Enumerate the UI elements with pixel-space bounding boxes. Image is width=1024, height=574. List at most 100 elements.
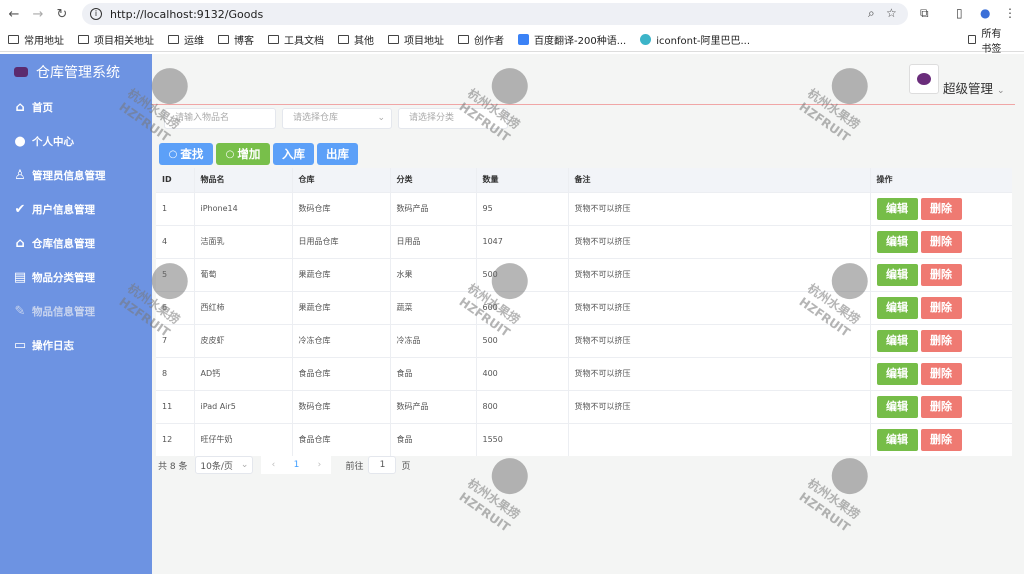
- cell-count: 500: [475, 323, 568, 357]
- search-label: 查找: [180, 147, 204, 161]
- folder-icon: [218, 35, 229, 44]
- edit-button[interactable]: 编辑: [876, 428, 918, 451]
- cell-type: 蔬菜: [389, 290, 476, 324]
- stock-out-button[interactable]: 出库: [317, 143, 358, 165]
- sidebar-item-log[interactable]: ▭ 操作日志: [0, 328, 152, 362]
- star-icon[interactable]: ☆: [886, 6, 897, 20]
- goto-input[interactable]: 1: [368, 456, 397, 474]
- sidebar-item-storage[interactable]: ⌂ 仓库信息管理: [0, 226, 152, 260]
- profile-icon[interactable]: ●: [980, 6, 990, 20]
- logo-icon: [14, 67, 28, 77]
- sidebar-item-goods[interactable]: ✎ 物品信息管理: [0, 294, 152, 328]
- zoom-icon[interactable]: ⌕: [868, 6, 875, 21]
- cell-remark: 货物不可以挤压: [567, 191, 870, 225]
- page-size-select[interactable]: 10条/页 ⌄: [195, 456, 254, 474]
- delete-button[interactable]: 删除: [920, 296, 962, 319]
- edit-button[interactable]: 编辑: [876, 197, 918, 220]
- cell-actions: 编辑 删除: [869, 191, 1012, 225]
- user-icon: ●: [14, 133, 26, 149]
- bookmark[interactable]: 百度翻译-200种语...: [518, 32, 626, 47]
- delete-button[interactable]: 删除: [920, 329, 962, 352]
- bookmark-label: 常用地址: [24, 36, 64, 47]
- edit-button[interactable]: 编辑: [876, 362, 918, 385]
- delete-button[interactable]: 删除: [920, 362, 962, 385]
- bookmark[interactable]: 常用地址: [8, 32, 64, 47]
- cell-type: 数码产品: [389, 191, 476, 225]
- reload-icon[interactable]: ↻: [52, 7, 72, 22]
- folder-icon: [458, 35, 469, 44]
- url-text: http://localhost:9132/Goods: [110, 7, 264, 21]
- bookmark[interactable]: 工具文档: [268, 32, 324, 47]
- sidebar-item-profile[interactable]: ● 个人中心: [0, 124, 152, 158]
- cell-actions: 编辑 删除: [869, 356, 1012, 390]
- name-input[interactable]: 请输入物品名: [164, 108, 276, 129]
- add-button[interactable]: ○ 增加: [216, 143, 270, 165]
- notebook-icon: ▭: [13, 337, 27, 353]
- cell-name: iPad Air5: [193, 389, 292, 423]
- sidebar-item-goodstype[interactable]: ▤ 物品分类管理: [0, 260, 152, 294]
- document-icon: ▤: [13, 269, 27, 285]
- delete-button[interactable]: 删除: [920, 428, 962, 451]
- stock-in-button[interactable]: 入库: [273, 143, 314, 165]
- cell-storage: 数码仓库: [291, 191, 390, 225]
- bookmark[interactable]: 项目相关地址: [78, 32, 154, 47]
- all-bookmarks[interactable]: 所有书签: [968, 25, 1010, 55]
- table-row: 12 旺仔牛奶 食品仓库 食品 1550 编辑 删除: [156, 422, 1012, 456]
- next-page-icon[interactable]: ›: [307, 456, 332, 474]
- cell-storage: 食品仓库: [291, 356, 390, 390]
- page-number[interactable]: 1: [285, 456, 308, 474]
- edit-button[interactable]: 编辑: [876, 329, 918, 352]
- chevron-down-icon: ⌄: [997, 86, 1005, 96]
- cell-id: 7: [156, 323, 194, 357]
- cell-count: 95: [475, 191, 568, 225]
- delete-button[interactable]: 删除: [920, 197, 962, 220]
- sidebar-item-admins[interactable]: ♙ 管理员信息管理: [0, 158, 152, 192]
- type-select[interactable]: 请选择分类: [398, 108, 508, 129]
- column-header: 操作: [869, 168, 1012, 192]
- sidebar-item-label: 操作日志: [32, 339, 74, 352]
- sidebar-item-home[interactable]: ⌂ 首页: [0, 90, 152, 124]
- folder-icon: [338, 35, 349, 44]
- cell-type: 日用品: [389, 224, 476, 258]
- goods-table: ID 物品名 仓库 分类 数量 备注 操作 1 iPhone14 数码仓库 数码产品 9…: [156, 168, 1012, 456]
- user-menu[interactable]: 超级管理 ⌄: [943, 78, 1005, 97]
- storage-select[interactable]: 请选择仓库 ⌄: [282, 108, 392, 129]
- search-button[interactable]: ○ 查找: [159, 143, 213, 165]
- user-outline-icon: ♙: [14, 167, 26, 183]
- chevron-down-icon: ⌄: [240, 460, 249, 470]
- sidebar-item-users[interactable]: ✔ 用户信息管理: [0, 192, 152, 226]
- delete-button[interactable]: 删除: [920, 263, 962, 286]
- bookmark-label: 项目地址: [404, 36, 444, 47]
- bookmark[interactable]: iconfont-阿里巴巴...: [640, 32, 750, 47]
- menu-icon[interactable]: ⋮: [1004, 6, 1016, 20]
- extensions-icon[interactable]: ⧉: [920, 6, 929, 21]
- cell-storage: 食品仓库: [291, 422, 390, 456]
- column-header: 分类: [389, 168, 476, 192]
- edit-button[interactable]: 编辑: [876, 263, 918, 286]
- forward-icon[interactable]: →: [28, 7, 48, 22]
- delete-button[interactable]: 删除: [920, 230, 962, 253]
- edit-button[interactable]: 编辑: [876, 296, 918, 319]
- back-icon[interactable]: ←: [4, 7, 24, 22]
- browser-toolbar: ← → ↻ i http://localhost:9132/Goods ⌕ ☆ ⧉…: [0, 0, 1024, 28]
- sidepanel-icon[interactable]: ▯: [956, 6, 963, 20]
- column-header: 仓库: [291, 168, 390, 192]
- cell-storage: 日用品仓库: [291, 224, 390, 258]
- bookmark[interactable]: 运维: [168, 32, 204, 47]
- cell-id: 5: [156, 257, 194, 291]
- edit-button[interactable]: 编辑: [876, 230, 918, 253]
- info-icon[interactable]: i: [90, 8, 102, 20]
- bookmark[interactable]: 其他: [338, 32, 374, 47]
- bookmark[interactable]: 博客: [218, 32, 254, 47]
- avatar[interactable]: [909, 64, 939, 94]
- delete-button[interactable]: 删除: [920, 395, 962, 418]
- bookmark[interactable]: 创作者: [458, 32, 504, 47]
- cell-actions: 编辑 删除: [869, 224, 1012, 258]
- prev-page-icon[interactable]: ‹: [261, 456, 286, 474]
- edit-button[interactable]: 编辑: [876, 395, 918, 418]
- main-content: 超级管理 ⌄ 请输入物品名 请选择仓库 ⌄ 请选择分类 ○ 查找 ○ 增加 入库 出库…: [152, 54, 1024, 574]
- table-row: 5 葡萄 果蔬仓库 水果 500 货物不可以挤压 编辑 删除: [156, 257, 1012, 291]
- bookmark[interactable]: 项目地址: [388, 32, 444, 47]
- address-bar[interactable]: i http://localhost:9132/Goods: [82, 3, 908, 25]
- cell-name: 洁面乳: [193, 224, 292, 258]
